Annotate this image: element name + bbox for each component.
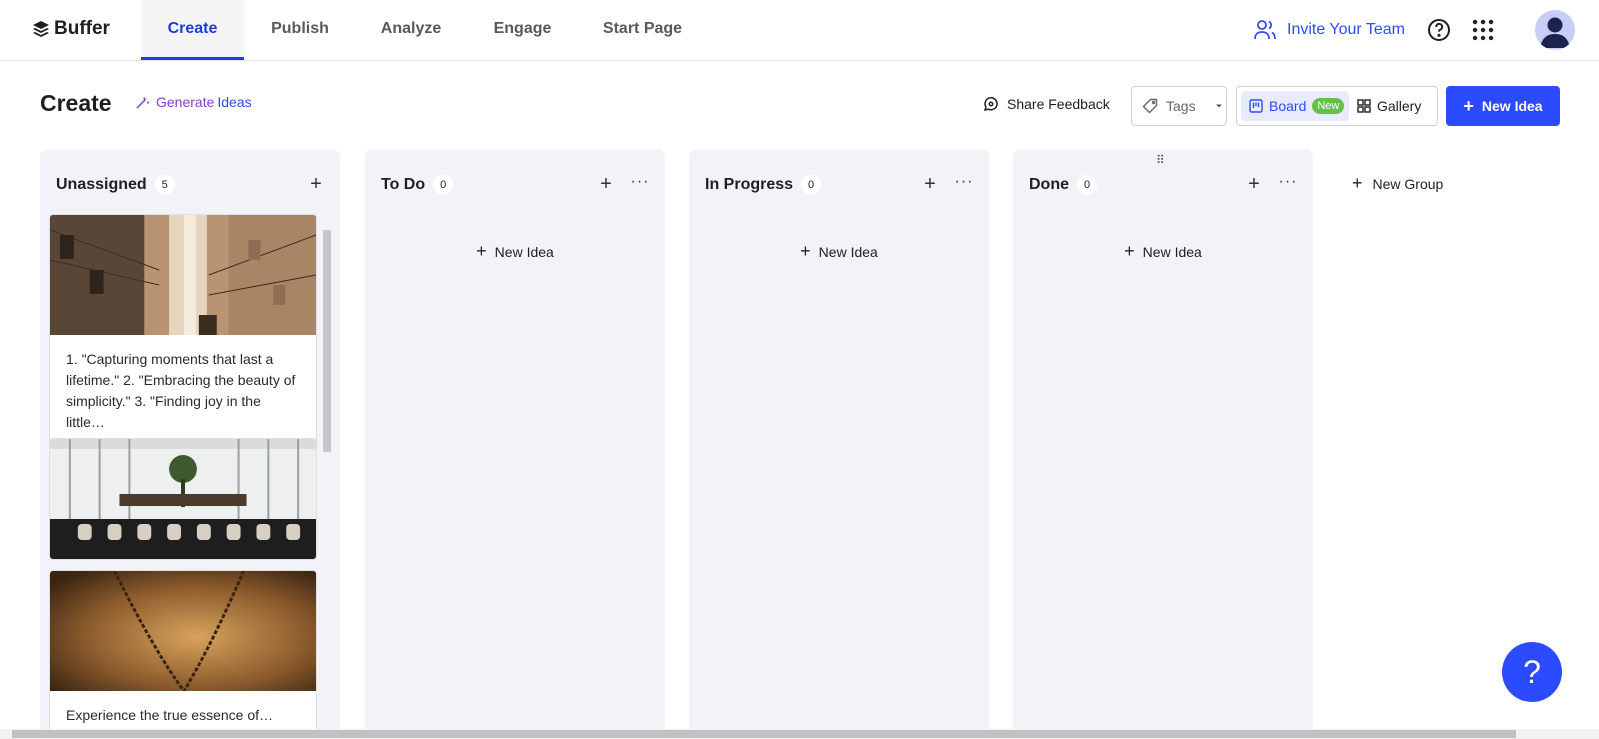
column-unassigned: Unassigned 5 + 1. "Capturing moments tha… [40,150,340,739]
top-navigation-bar: Buffer Create Publish Analyze Engage Sta… [0,0,1599,61]
tag-icon [1142,98,1158,114]
new-badge: New [1312,98,1345,114]
tags-dropdown[interactable]: Tags [1131,86,1227,126]
column-count: 0 [1077,175,1097,195]
new-idea-label: New Idea [1481,98,1543,114]
scrollbar-thumb[interactable] [323,230,331,452]
gallery-label: Gallery [1377,98,1422,114]
avatar[interactable] [1535,10,1575,50]
tab-start-page[interactable]: Start Page [590,0,695,60]
column-header: Done 0 [1029,175,1097,195]
horizontal-scrollbar-thumb[interactable] [12,730,1516,738]
apps-menu-button[interactable] [1470,17,1496,43]
people-icon [1254,20,1276,40]
gallery-view-button[interactable]: Gallery [1357,91,1421,121]
column-header: Unassigned 5 [56,175,175,195]
narrow-city-alley-photo [50,215,316,335]
add-idea-plus-icon[interactable]: + [1243,174,1265,196]
generate-ideas-button[interactable]: Generate Ideas [135,94,252,110]
new-idea-label: New Idea [494,243,554,260]
column-to-do: To Do 0 + ··· + New Idea [365,150,665,739]
add-idea-plus-icon[interactable]: + [305,174,327,196]
tags-label: Tags [1166,98,1196,114]
new-group-label: New Group [1372,175,1444,192]
user-avatar-icon [1540,17,1570,48]
page-title: Create [40,90,112,116]
apps-grid-icon [1472,19,1494,41]
board-icon [1249,99,1263,113]
new-idea-label: New Idea [1142,243,1202,260]
tab-engage[interactable]: Engage [470,0,575,60]
new-group-button[interactable]: + New Group [1352,173,1443,194]
more-options-icon[interactable]: ··· [1277,174,1299,196]
tab-publish[interactable]: Publish [250,0,350,60]
help-circle-icon [1428,19,1450,41]
card-text: 1. "Capturing moments that last a lifeti… [66,351,296,430]
drag-handle-icon[interactable]: ⠿ [1156,153,1165,167]
question-mark-icon: ? [1523,653,1541,690]
column-title: Done [1029,176,1069,193]
column-count: 0 [433,175,454,195]
tab-analyze[interactable]: Analyze [360,0,462,60]
rooftop-bar-interior-photo [50,439,316,559]
column-scrollbar[interactable] [323,222,331,727]
add-idea-plus-icon[interactable]: + [595,174,617,196]
plus-icon: + [1124,241,1135,261]
share-feedback-button[interactable]: Share Feedback [983,96,1110,112]
column-new-idea-button[interactable]: + New Idea [365,241,665,262]
caret-down-icon [1215,104,1222,108]
more-options-icon[interactable]: ··· [629,174,651,196]
generate-label: Generate [156,94,215,110]
gallery-grid-icon [1357,99,1371,113]
help-chat-button[interactable]: ? [1502,642,1562,702]
plus-icon: + [800,241,811,261]
column-in-progress: In Progress 0 + ··· + New Idea [689,150,989,739]
buffer-logo-icon [33,21,49,37]
tab-create[interactable]: Create [141,0,244,60]
column-title: To Do [381,176,426,193]
plus-icon: + [476,241,487,261]
horizontal-scrollbar[interactable] [0,729,1599,739]
board-label: Board [1269,98,1307,114]
generate-ideas-word: Ideas [217,94,252,110]
column-title: In Progress [705,176,794,193]
add-idea-plus-icon[interactable]: + [919,174,941,196]
column-header: To Do 0 [381,175,454,195]
new-idea-button[interactable]: + New Idea [1446,86,1560,126]
plus-icon: + [1352,173,1363,193]
column-header: In Progress 0 [705,175,822,195]
feedback-bubble-icon [983,97,998,112]
new-idea-label: New Idea [818,243,878,260]
column-new-idea-button[interactable]: + New Idea [689,241,989,262]
column-count: 0 [801,175,822,195]
help-button[interactable] [1426,17,1452,43]
gold-chain-necklace-photo [50,571,316,691]
column-new-idea-button[interactable]: + New Idea [1013,241,1313,262]
plus-icon: + [1463,96,1474,116]
idea-card[interactable]: Experience the true essence of… [49,570,317,739]
view-switcher: Board New Gallery [1236,86,1438,126]
magic-wand-icon [136,96,150,109]
idea-card[interactable] [49,438,317,560]
share-feedback-label: Share Feedback [1007,96,1110,112]
invite-team-button[interactable]: Invite Your Team [1253,18,1405,42]
brand-name: Buffer [54,18,110,39]
column-done: ⠿ Done 0 + ··· + New Idea [1013,150,1313,739]
invite-label: Invite Your Team [1287,21,1406,38]
column-count: 5 [154,175,175,195]
column-title: Unassigned [56,176,147,193]
board-view-button[interactable]: Board New [1241,91,1349,121]
more-options-icon[interactable]: ··· [953,174,975,196]
idea-card[interactable]: 1. "Capturing moments that last a lifeti… [49,214,317,448]
buffer-logo[interactable]: Buffer [32,18,110,40]
